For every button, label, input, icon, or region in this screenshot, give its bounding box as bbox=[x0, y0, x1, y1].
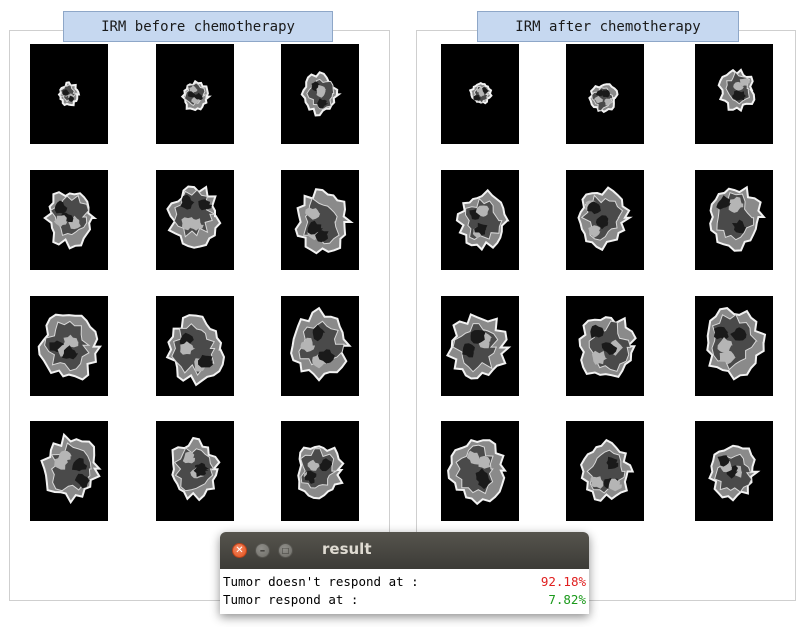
mri-slice-before-9 bbox=[281, 296, 359, 396]
result-window-title: result bbox=[322, 540, 372, 558]
mri-slice-after-7 bbox=[441, 296, 519, 396]
mri-slice-after-4 bbox=[441, 170, 519, 270]
close-button[interactable]: ✕ bbox=[232, 543, 247, 558]
minimize-icon: – bbox=[259, 544, 266, 557]
mri-slice-before-8 bbox=[156, 296, 234, 396]
maximize-icon: □ bbox=[281, 545, 290, 555]
mri-slice-after-6 bbox=[695, 170, 773, 270]
mri-slice-after-3 bbox=[695, 44, 773, 144]
minimize-button[interactable]: – bbox=[255, 543, 270, 558]
mri-slice-before-11 bbox=[156, 421, 234, 521]
mri-slice-after-12 bbox=[695, 421, 773, 521]
result-row-response: Tumor respond at : 7.82% bbox=[223, 590, 586, 608]
result-window: ✕ – □ result Tumor doesn't respond at : … bbox=[220, 532, 589, 614]
no-response-value: 92.18% bbox=[540, 573, 586, 589]
close-icon: ✕ bbox=[235, 544, 244, 556]
mri-slice-before-2 bbox=[156, 44, 234, 144]
mri-slice-before-4 bbox=[30, 170, 108, 270]
mri-slice-after-9 bbox=[695, 296, 773, 396]
mri-slice-after-11 bbox=[566, 421, 644, 521]
before-panel-title: IRM before chemotherapy bbox=[63, 11, 333, 42]
maximize-button[interactable]: □ bbox=[278, 543, 293, 558]
mri-slice-after-1 bbox=[441, 44, 519, 144]
mri-slice-after-8 bbox=[566, 296, 644, 396]
response-value: 7.82% bbox=[548, 591, 586, 607]
result-body: Tumor doesn't respond at : 92.18% Tumor … bbox=[220, 569, 589, 608]
mri-slice-after-5 bbox=[566, 170, 644, 270]
mri-slice-before-3 bbox=[281, 44, 359, 144]
mri-slice-after-2 bbox=[566, 44, 644, 144]
result-row-no-response: Tumor doesn't respond at : 92.18% bbox=[223, 572, 586, 590]
mri-slice-before-7 bbox=[30, 296, 108, 396]
mri-slice-before-6 bbox=[281, 170, 359, 270]
mri-slice-before-10 bbox=[30, 421, 108, 521]
result-titlebar[interactable]: ✕ – □ result bbox=[220, 532, 589, 569]
response-label: Tumor respond at : bbox=[223, 591, 359, 607]
mri-slice-before-12 bbox=[281, 421, 359, 521]
mri-slice-before-1 bbox=[30, 44, 108, 144]
after-panel-title: IRM after chemotherapy bbox=[477, 11, 739, 42]
no-response-label: Tumor doesn't respond at : bbox=[223, 573, 419, 589]
mri-slice-before-5 bbox=[156, 170, 234, 270]
mri-slice-after-10 bbox=[441, 421, 519, 521]
